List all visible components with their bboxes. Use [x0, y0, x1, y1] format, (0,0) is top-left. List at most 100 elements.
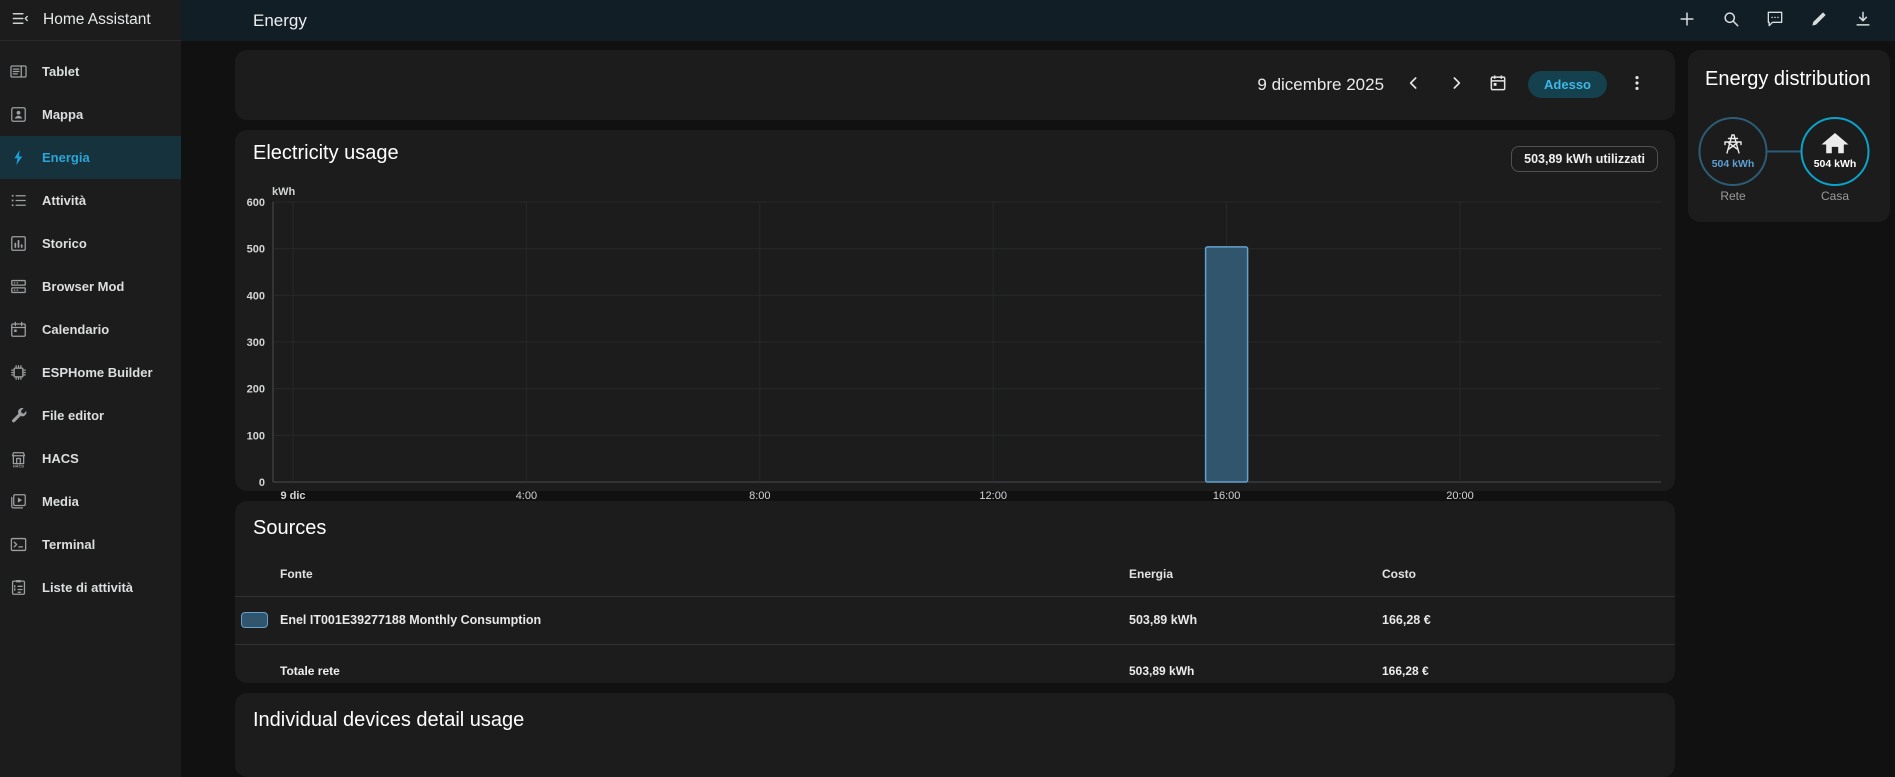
grid-node-label: Rete	[1720, 189, 1746, 203]
source-energy: 503,89 kWh	[1129, 613, 1198, 627]
add-button[interactable]	[1675, 9, 1699, 33]
chat-icon	[1765, 9, 1785, 32]
sidebar-item-label: Liste di attività	[42, 580, 134, 595]
topbar-actions	[1675, 9, 1895, 33]
svg-text:600: 600	[247, 197, 265, 209]
chart-box-icon	[6, 232, 30, 256]
now-button[interactable]: Adesso	[1528, 71, 1607, 99]
app-root: Home Assistant Tablet Mappa Energia Attivit…	[0, 0, 1895, 777]
svg-text:kWh: kWh	[272, 186, 296, 198]
play-box-icon	[6, 490, 30, 514]
sidebar-item-file-editor[interactable]: File editor	[0, 394, 181, 437]
sidebar-item-label: Media	[42, 494, 79, 509]
edit-dashboard-button[interactable]	[1807, 9, 1831, 33]
pencil-icon	[1809, 9, 1829, 32]
sidebar-item-storico[interactable]: Storico	[0, 222, 181, 265]
page-title: Energy	[253, 10, 307, 30]
calendar-icon	[6, 318, 30, 342]
svg-text:400: 400	[247, 290, 265, 302]
home-icon	[1821, 133, 1849, 154]
store-icon: HACS	[6, 447, 30, 471]
chevron-left-icon	[1404, 73, 1424, 96]
sidebar-item-mappa[interactable]: Mappa	[0, 93, 181, 136]
home-node-circle[interactable]	[1800, 117, 1870, 186]
card-title: Individual devices detail usage	[253, 709, 525, 732]
home-node-label: Casa	[1821, 189, 1849, 203]
sidebar-toggle-button[interactable]	[8, 8, 32, 32]
app-title: Home Assistant	[43, 11, 151, 28]
sidebar-item-energia[interactable]: Energia	[0, 136, 181, 179]
menu-open-icon	[11, 9, 30, 31]
sources-total-row: Totale rete 503,89 kWh 166,28 €	[235, 645, 1675, 697]
svg-text:100: 100	[247, 430, 265, 442]
source-row[interactable]: Enel IT001E39277188 Monthly Consumption …	[235, 597, 1675, 645]
sidebar-item-esphome-builder[interactable]: ESPHome Builder	[0, 351, 181, 394]
next-period-button[interactable]	[1444, 73, 1468, 97]
sidebar-item-label: ESPHome Builder	[42, 365, 153, 380]
total-cost: 166,28 €	[1382, 663, 1429, 678]
sidebar-item-calendario[interactable]: Calendario	[0, 308, 181, 351]
main-area: Energy 9 dicembre 2025 Adesso Electricit…	[181, 0, 1895, 777]
download-button[interactable]	[1851, 9, 1875, 33]
electricity-usage-card: Electricity usage 503,89 kWh utilizzati …	[235, 129, 1675, 502]
svg-text:500: 500	[247, 244, 265, 256]
lightning-bolt-icon	[6, 146, 30, 170]
download-icon	[1853, 9, 1873, 32]
selected-date: 9 dicembre 2025	[1257, 74, 1385, 94]
devices-card: Individual devices detail usage	[235, 693, 1675, 777]
pick-date-button[interactable]	[1486, 73, 1510, 97]
sidebar-item-label: File editor	[42, 408, 105, 423]
account-box-icon	[6, 103, 30, 127]
svg-text:0: 0	[259, 477, 265, 489]
sidebar-item-label: Energia	[42, 150, 90, 165]
sources-header-row: Fonte Energia Costo	[235, 553, 1675, 597]
energy-distribution-card: Energy distribution 504 kWh 504 kWh Rete…	[1688, 50, 1890, 222]
sidebar-item-label: Tablet	[42, 64, 80, 79]
sidebar-item-attivit-[interactable]: Attività	[0, 179, 181, 222]
sources-card: Sources Fonte Energia Costo Enel IT001E3…	[235, 500, 1675, 684]
sidebar-item-label: HACS	[42, 451, 79, 466]
total-label: Totale rete	[280, 663, 340, 678]
transmission-tower-icon	[1724, 134, 1742, 154]
main-column: 9 dicembre 2025 Adesso Electricity usage…	[235, 50, 1675, 777]
svg-text:300: 300	[247, 337, 265, 349]
source-name: Enel IT001E39277188 Monthly Consumption	[280, 613, 542, 627]
server-icon	[6, 275, 30, 299]
sidebar-item-terminal[interactable]: Terminal	[0, 523, 181, 566]
previous-period-button[interactable]	[1402, 73, 1426, 97]
sidebar-item-label: Mappa	[42, 107, 84, 122]
sidebar-item-tablet[interactable]: Tablet	[0, 50, 181, 93]
clipboard-list-icon	[6, 576, 30, 600]
sidebar-item-label: Attività	[42, 193, 87, 208]
sidebar-item-hacs[interactable]: HACS HACS	[0, 437, 181, 480]
calendar-today-icon	[1488, 73, 1508, 96]
assist-button[interactable]	[1763, 9, 1787, 33]
search-button[interactable]	[1719, 9, 1743, 33]
usage-bar[interactable]	[1204, 245, 1249, 483]
sidebar-nav: Tablet Mappa Energia Attività Storico Browser…	[0, 41, 181, 609]
side-column: Energy distribution 504 kWh 504 kWh Rete…	[1688, 50, 1890, 777]
electricity-usage-chart[interactable]: 01002003004005006009 dic 4:00 8:00 12:00 16:…	[235, 130, 1675, 517]
search-icon	[1721, 9, 1741, 32]
content-scroll-area[interactable]: 9 dicembre 2025 Adesso Electricity usage…	[181, 41, 1895, 777]
sidebar-header: Home Assistant	[0, 0, 181, 41]
series-color-swatch	[241, 612, 268, 628]
sidebar-item-label: Calendario	[42, 322, 110, 337]
wrench-icon	[6, 404, 30, 428]
column-header-source: Fonte	[280, 567, 313, 581]
period-menu-button[interactable]	[1625, 73, 1649, 97]
energy-distribution-diagram: 504 kWh 504 kWh Rete Casa	[1698, 117, 1870, 203]
sidebar-item-label: Storico	[42, 236, 87, 251]
sidebar-item-liste-di-attivit-[interactable]: Liste di attività	[0, 566, 181, 609]
home-node-value: 504 kWh	[1814, 158, 1857, 170]
console-icon	[6, 533, 30, 557]
tablet-icon	[6, 60, 30, 84]
chevron-right-icon	[1446, 73, 1466, 96]
sidebar-item-label: Terminal	[42, 537, 96, 552]
chip-icon	[6, 361, 30, 385]
column-header-energy: Energia	[1129, 567, 1174, 581]
sidebar-item-browser-mod[interactable]: Browser Mod	[0, 265, 181, 308]
sidebar-item-media[interactable]: Media	[0, 480, 181, 523]
grid-node-circle[interactable]	[1698, 117, 1768, 186]
date-picker-card: 9 dicembre 2025 Adesso	[235, 50, 1675, 120]
